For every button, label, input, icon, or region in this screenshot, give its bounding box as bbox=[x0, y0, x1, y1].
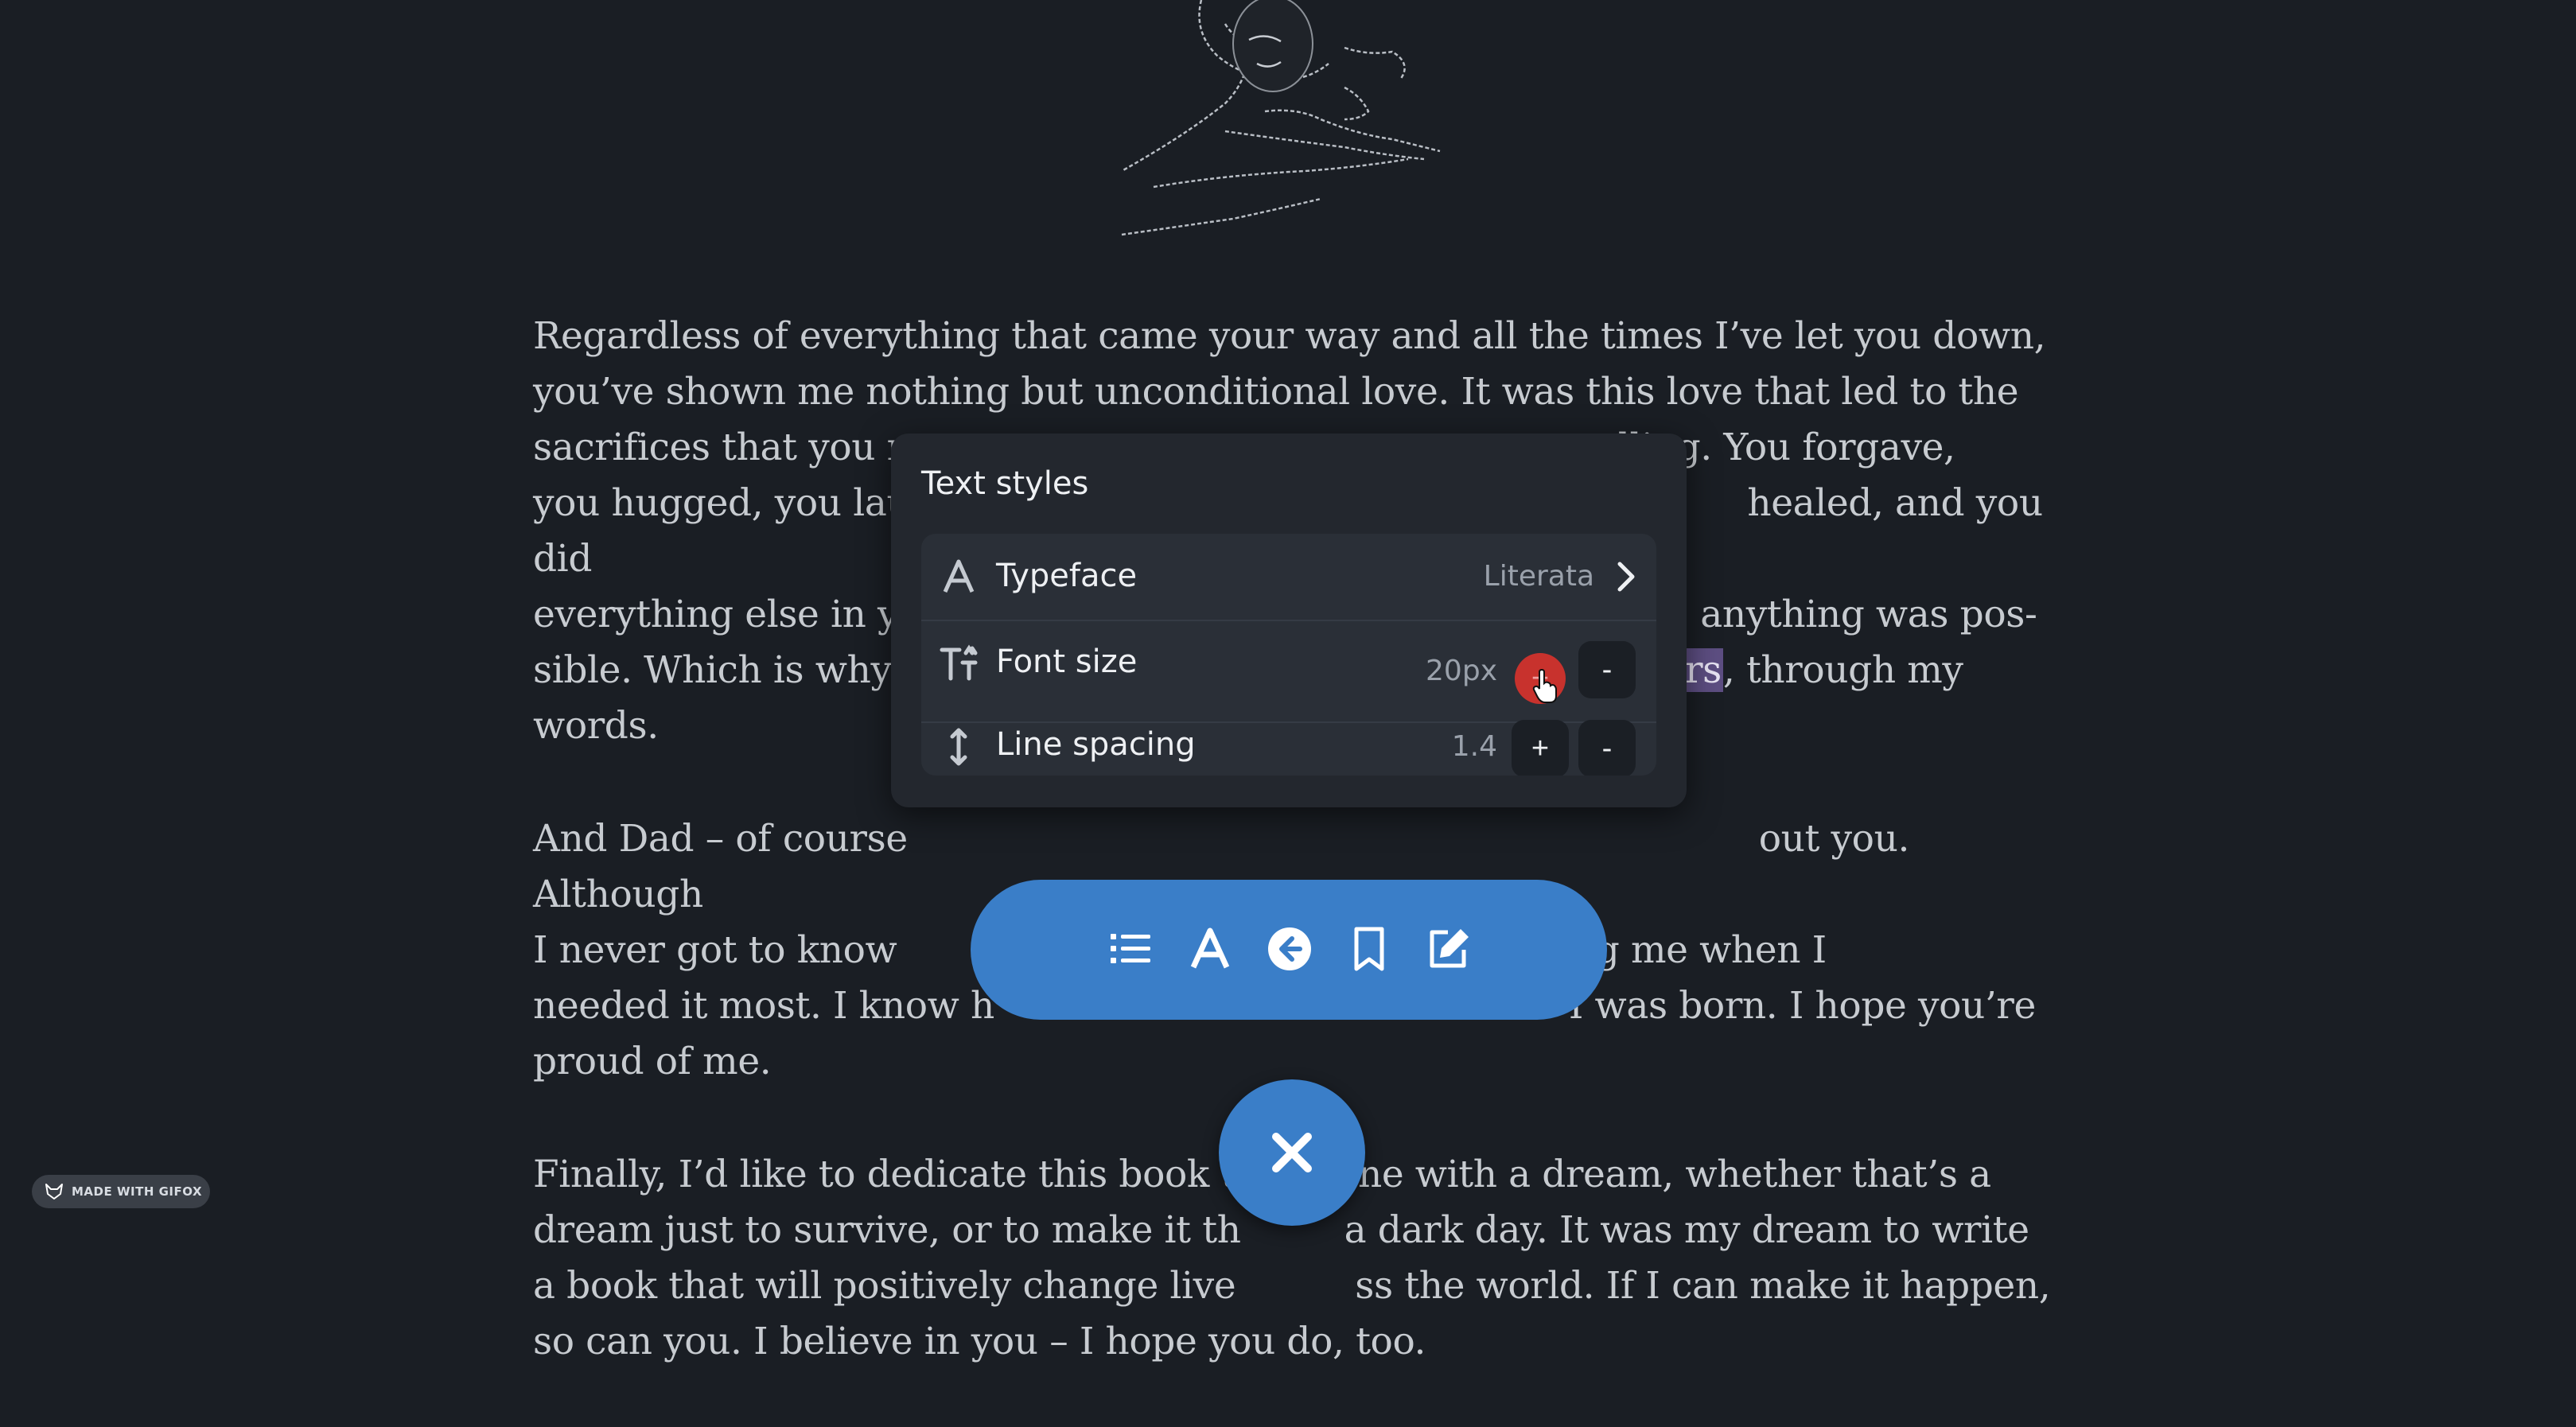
line-spacing-icon bbox=[950, 728, 967, 766]
text-line: I never got to know bbox=[533, 928, 897, 972]
line-spacing-value: 1.4 bbox=[1451, 730, 1497, 763]
font-size-decrease-button[interactable]: - bbox=[1578, 641, 1636, 698]
text-line: everything else in y bbox=[533, 593, 899, 636]
text-styles-panel: Text styles Typeface Literata Font size … bbox=[891, 434, 1687, 807]
close-button[interactable] bbox=[1219, 1079, 1365, 1226]
text-line: proud of me. bbox=[533, 1040, 772, 1083]
panel-title: Text styles bbox=[921, 465, 1089, 502]
text-line: needed it most. I know h bbox=[533, 984, 994, 1028]
text-line: you hugged, you lau bbox=[533, 481, 911, 525]
typeface-icon bbox=[943, 559, 975, 593]
text-line: And Dad – of course bbox=[533, 817, 908, 861]
pointer-cursor-icon bbox=[1532, 669, 1557, 703]
text-line: Regardless of everything that came your … bbox=[533, 314, 2046, 358]
text-styles-list: Typeface Literata Font size 20px + - Lin… bbox=[921, 534, 1656, 776]
text-line: words. bbox=[533, 704, 659, 748]
typeface-row[interactable]: Typeface Literata bbox=[921, 534, 1656, 621]
line-spacing-increase-button[interactable]: + bbox=[1512, 720, 1569, 776]
chevron-right-icon bbox=[1617, 562, 1635, 592]
font-size-label: Font size bbox=[996, 644, 1138, 680]
reader-toolbar bbox=[971, 880, 1607, 1020]
text-line: a book that will positively change live bbox=[533, 1264, 1236, 1308]
edit-icon[interactable] bbox=[1426, 926, 1472, 972]
line-spacing-label: Line spacing bbox=[996, 726, 1196, 763]
text-line: ss the world. If I can make it happen, bbox=[1355, 1264, 2051, 1308]
typeface-label: Typeface bbox=[996, 558, 1138, 594]
font-size-row: Font size 20px + - bbox=[921, 620, 1656, 723]
back-icon[interactable] bbox=[1267, 926, 1313, 972]
text-line: you’ve shown me nothing but unconditiona… bbox=[533, 370, 2019, 414]
text-line: a dark day. It was my dream to write bbox=[1344, 1208, 2029, 1252]
text-style-icon[interactable] bbox=[1187, 926, 1233, 972]
typeface-value: Literata bbox=[1483, 560, 1594, 593]
line-spacing-decrease-button[interactable]: - bbox=[1578, 720, 1636, 776]
text-line: , through my bbox=[1722, 648, 1963, 692]
close-icon bbox=[1272, 1133, 1312, 1172]
text-line: I was born. I hope you’re bbox=[1568, 984, 2036, 1028]
bookmark-icon[interactable] bbox=[1346, 926, 1392, 972]
badge-label: MADE WITH GIFOX bbox=[72, 1184, 203, 1199]
fox-logo-icon bbox=[45, 1184, 63, 1200]
gifox-badge: MADE WITH GIFOX bbox=[32, 1175, 210, 1208]
text-line: so can you. I believe in you – I hope yo… bbox=[533, 1320, 1426, 1363]
font-size-icon bbox=[940, 644, 978, 681]
text-line: dream just to survive, or to make it th bbox=[533, 1208, 1241, 1252]
chapter-illustration bbox=[1121, 0, 1441, 236]
text-line: sible. Which is why bbox=[533, 648, 892, 692]
list-icon[interactable] bbox=[1107, 926, 1154, 972]
font-size-value: 20px bbox=[1426, 655, 1497, 687]
text-line: sacrifices that you m bbox=[533, 426, 922, 469]
line-spacing-row: Line spacing 1.4 + - bbox=[921, 720, 1656, 776]
text-line: anything was pos- bbox=[1700, 593, 2037, 636]
